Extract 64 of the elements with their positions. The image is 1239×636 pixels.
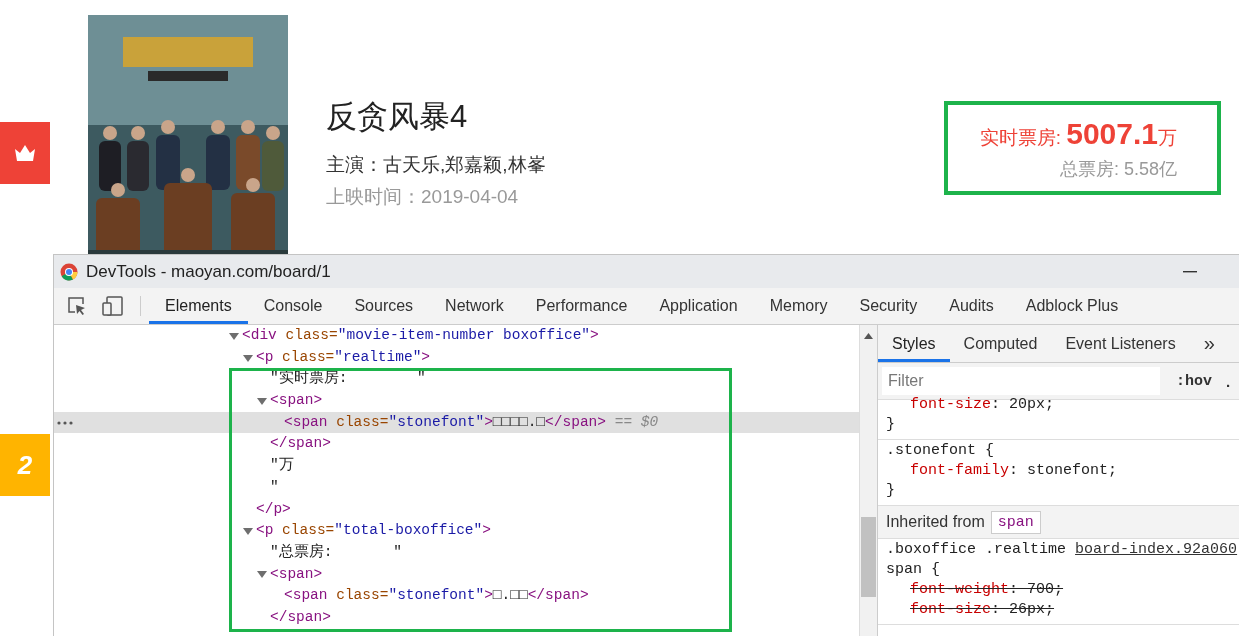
- expanded-arrow-icon[interactable]: [257, 395, 267, 406]
- movie-title: 反贪风暴4: [326, 98, 468, 136]
- code-line[interactable]: <p class="realtime">: [256, 346, 431, 369]
- code-line[interactable]: </p>: [256, 498, 291, 521]
- hov-toggle[interactable]: :hov: [1176, 372, 1212, 390]
- code-line[interactable]: ": [270, 476, 279, 499]
- devtools-tab[interactable]: Console: [247, 288, 339, 324]
- code-line[interactable]: <span>: [270, 563, 323, 586]
- css-declaration[interactable]: font-size: 20px;: [886, 395, 1239, 415]
- scrollbar[interactable]: [859, 325, 877, 636]
- filter-field[interactable]: Filter: [882, 367, 1160, 395]
- devtools-tab[interactable]: Network: [429, 288, 520, 324]
- css-declaration[interactable]: font-family: stonefont;: [886, 461, 1239, 481]
- devtools-tab[interactable]: Audits: [933, 288, 1010, 324]
- scroll-thumb[interactable]: [861, 517, 876, 597]
- browser-icon: [60, 262, 78, 281]
- devtools-tab[interactable]: Adblock Plus: [1009, 288, 1135, 324]
- css-selector: .boxoffice .realtime: [886, 541, 1067, 558]
- crown-icon: [14, 144, 36, 162]
- code-line[interactable]: "总票房: ": [270, 541, 402, 564]
- scroll-up-icon[interactable]: [864, 333, 873, 339]
- code-line[interactable]: <span class="stonefont">□.□□</span>: [284, 585, 589, 607]
- css-brace: }: [886, 482, 895, 499]
- code-line[interactable]: <p class="total-boxoffice">: [256, 520, 491, 542]
- code-line[interactable]: <div class="movie-item-number boxoffice">: [242, 325, 599, 347]
- css-selector: span {: [886, 561, 940, 578]
- more-tabs-button[interactable]: »: [1189, 325, 1229, 362]
- devtools-tab[interactable]: Security: [843, 288, 934, 324]
- realtime-value: 5007.1: [1066, 117, 1158, 151]
- code-line[interactable]: </span>: [270, 433, 331, 456]
- realtime-label: 实时票房:: [979, 126, 1062, 150]
- styles-tab[interactable]: Event Listeners: [1051, 325, 1190, 362]
- code-line[interactable]: "万: [270, 455, 294, 477]
- devtools-tab[interactable]: Performance: [519, 288, 644, 324]
- minimize-icon[interactable]: [1183, 270, 1197, 273]
- css-brace: }: [886, 416, 895, 433]
- css-declaration[interactable]: font-weight: 700;: [886, 580, 1239, 600]
- window-title: DevTools - maoyan.com/board/1: [86, 261, 331, 282]
- inspect-icon[interactable]: [67, 296, 87, 316]
- rank-number: 2: [17, 449, 33, 481]
- css-selector: .stonefont {: [886, 442, 995, 459]
- release-date: 上映时间：2019-04-04: [326, 185, 519, 209]
- devtools-tab[interactable]: Elements: [149, 288, 248, 324]
- more-icon[interactable]: [57, 420, 73, 425]
- inherited-label: Inherited from: [886, 513, 985, 531]
- devtools-tab[interactable]: Sources: [338, 288, 430, 324]
- total-boxoffice: 总票房: 5.58亿: [1059, 158, 1177, 181]
- expanded-arrow-icon[interactable]: [257, 569, 267, 580]
- cast-text: 主演：古天乐,郑嘉颖,林峯: [326, 153, 546, 177]
- code-line[interactable]: "实时票房: ": [270, 368, 426, 391]
- expanded-arrow-icon[interactable]: [243, 352, 253, 363]
- cls-toggle[interactable]: .: [1226, 372, 1231, 390]
- expanded-arrow-icon[interactable]: [229, 330, 239, 341]
- code-line[interactable]: </span>: [270, 606, 331, 629]
- device-icon[interactable]: [102, 296, 124, 316]
- css-declaration[interactable]: font-size: 26px;: [886, 600, 1239, 620]
- devtools-tab[interactable]: Application: [643, 288, 754, 324]
- expanded-arrow-icon[interactable]: [243, 526, 253, 537]
- code-line[interactable]: <span>: [270, 390, 323, 412]
- devtools-tab[interactable]: Memory: [753, 288, 844, 324]
- element-chip[interactable]: span: [990, 510, 1041, 534]
- unit-text: 万: [1158, 127, 1177, 150]
- styles-tab[interactable]: Computed: [949, 325, 1052, 362]
- source-link[interactable]: board-index.92a060: [1075, 541, 1238, 558]
